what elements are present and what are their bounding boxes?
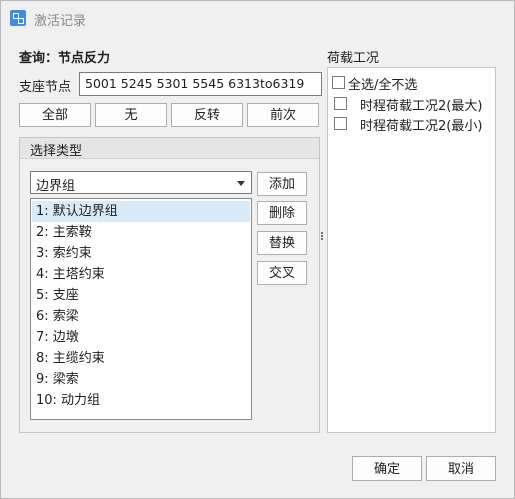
boundary-group-list[interactable]: 1: 默认边界组 2: 主索鞍 3: 索约束 4: 主塔约束 5: 支座 6: … [30, 198, 252, 420]
list-item[interactable]: 10: 动力组 [32, 390, 250, 411]
intersect-button[interactable]: 交叉 [257, 261, 307, 285]
load-case-label: 时程荷载工况2(最小) [360, 119, 483, 134]
select-type-title: 选择类型 [30, 144, 83, 159]
title-bar: 激活记录 [1, 1, 514, 35]
load-case-checkbox[interactable] [334, 117, 347, 130]
load-case-label: 时程荷载工况2(最大) [360, 99, 483, 114]
app-icon [10, 10, 26, 26]
previous-selection-button[interactable]: 前次 [247, 103, 319, 127]
activation-record-dialog: 激活记录 查询：节点反力 支座节点 5001 5245 5301 5545 63… [0, 0, 515, 499]
query-label: 查询：节点反力 [19, 51, 111, 66]
select-all-checkbox[interactable] [332, 76, 345, 89]
list-item[interactable]: 6: 索梁 [32, 306, 250, 327]
list-item[interactable]: 1: 默认边界组 [32, 201, 250, 222]
select-all-button[interactable]: 全部 [19, 103, 91, 127]
type-dropdown-value: 边界组 [36, 179, 76, 194]
support-nodes-label: 支座节点 [19, 80, 72, 95]
ok-button[interactable]: 确定 [352, 456, 422, 481]
select-all-label: 全选/全不选 [348, 78, 418, 93]
load-case-checkbox[interactable] [334, 97, 347, 110]
list-item[interactable]: 2: 主索鞍 [32, 222, 250, 243]
type-dropdown[interactable]: 边界组 [30, 171, 252, 194]
list-item[interactable]: 4: 主塔约束 [32, 264, 250, 285]
list-item[interactable]: 3: 索约束 [32, 243, 250, 264]
select-none-button[interactable]: 无 [95, 103, 167, 127]
replace-button[interactable]: 替换 [257, 231, 307, 255]
list-item[interactable]: 5: 支座 [32, 285, 250, 306]
select-type-header: 选择类型 [20, 138, 319, 159]
delete-button[interactable]: 删除 [257, 201, 307, 225]
window-title: 激活记录 [34, 14, 87, 29]
load-cases-label: 荷载工况 [327, 51, 380, 66]
chevron-down-icon [237, 181, 245, 186]
cancel-button[interactable]: 取消 [426, 456, 496, 481]
splitter-handle[interactable] [321, 232, 324, 244]
add-button[interactable]: 添加 [257, 172, 307, 196]
list-item[interactable]: 7: 边墩 [32, 327, 250, 348]
invert-selection-button[interactable]: 反转 [171, 103, 243, 127]
list-item[interactable]: 9: 梁索 [32, 369, 250, 390]
list-item[interactable]: 8: 主缆约束 [32, 348, 250, 369]
load-cases-panel: 全选/全不选 时程荷载工况2(最大) 时程荷载工况2(最小) [327, 67, 496, 433]
support-nodes-input[interactable]: 5001 5245 5301 5545 6313to6319 [79, 72, 322, 96]
